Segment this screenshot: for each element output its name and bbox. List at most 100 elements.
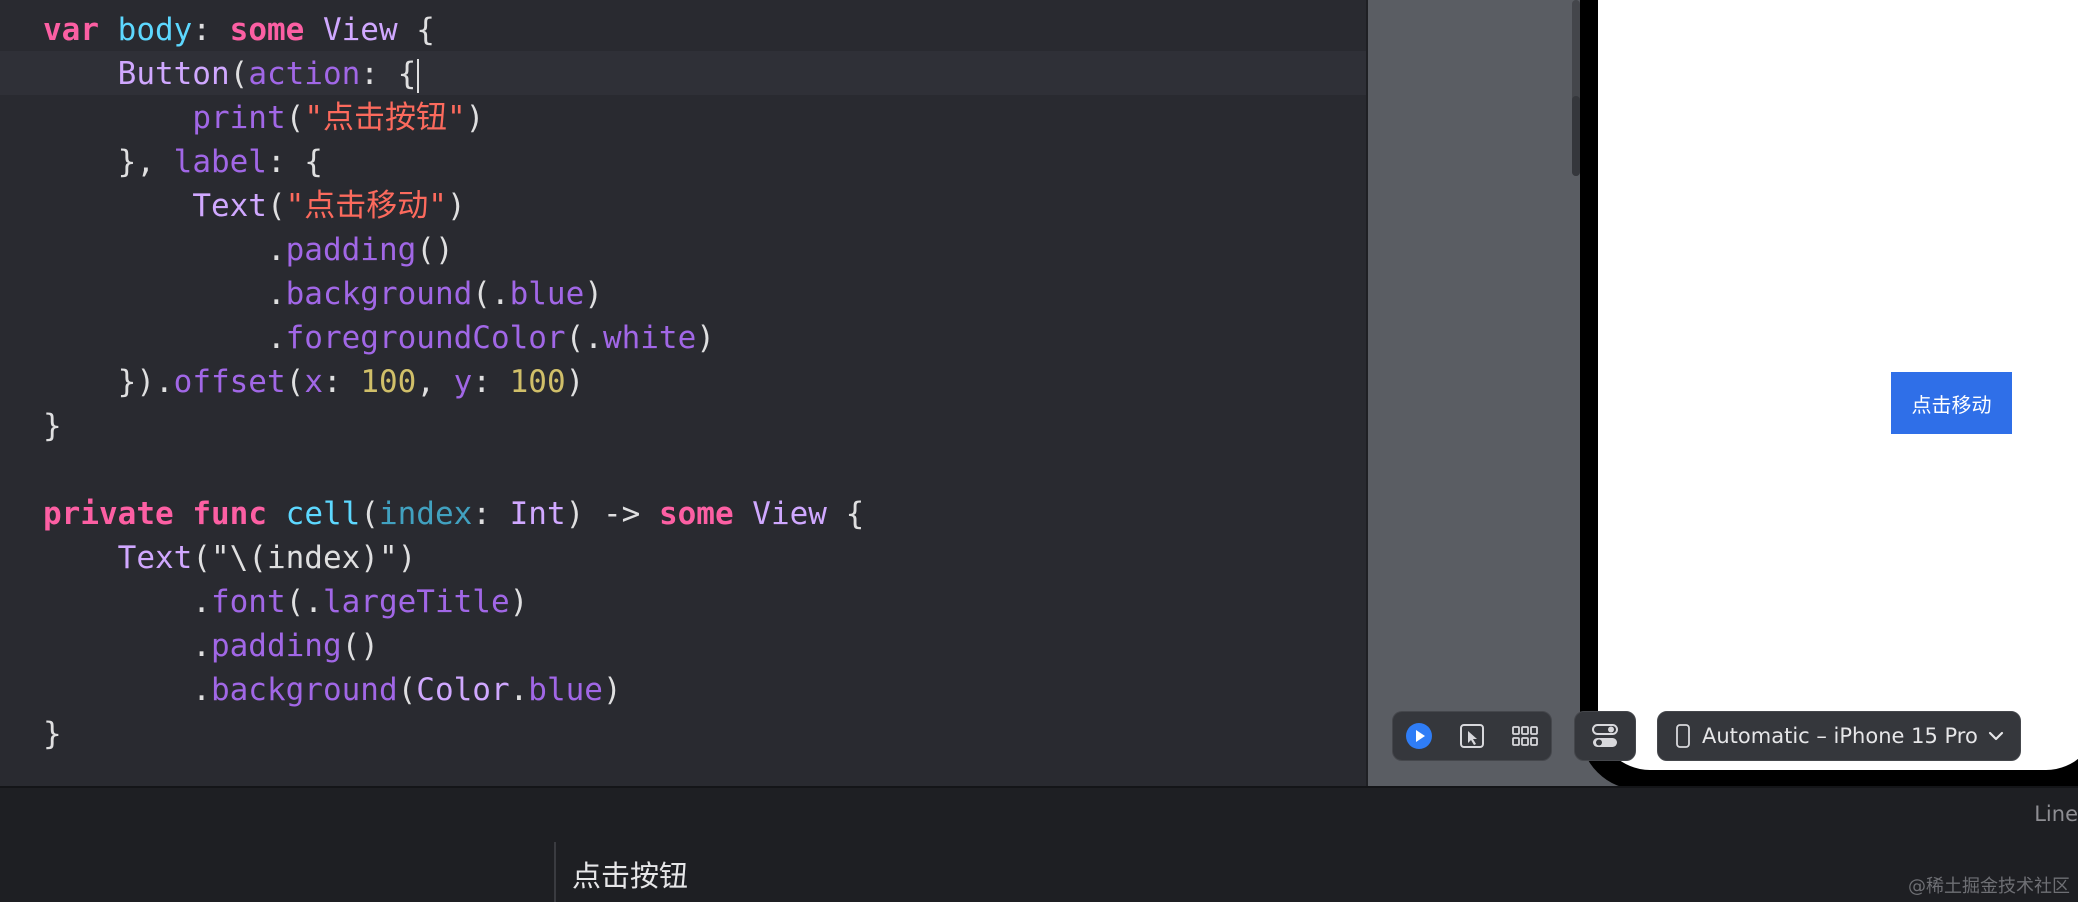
code-token: font xyxy=(210,584,286,620)
code-token: ( xyxy=(229,56,249,92)
code-token: body xyxy=(117,12,193,48)
console-output[interactable]: 点击按钮 xyxy=(572,853,688,895)
variables-view[interactable] xyxy=(0,842,556,902)
selectable-mode-button[interactable] xyxy=(1454,718,1490,754)
code-token: (. xyxy=(472,276,510,312)
code-token: ("\( xyxy=(192,540,267,576)
line-indicator[interactable]: Line xyxy=(2034,802,2078,826)
code-token: index xyxy=(378,496,473,532)
code-token: View xyxy=(752,496,827,532)
code-token: ( xyxy=(285,364,305,400)
code-token: : { xyxy=(360,56,417,92)
code-token: var xyxy=(43,12,99,48)
code-token: func xyxy=(192,496,267,532)
code-line[interactable]: var body: some View { xyxy=(43,8,864,52)
code-token: : xyxy=(322,364,361,400)
code-token: } xyxy=(43,408,62,444)
code-line[interactable] xyxy=(43,448,864,492)
code-token: some xyxy=(229,12,305,48)
code-token: ) xyxy=(696,320,715,356)
code-content[interactable]: var body: some View { Button(action: { p… xyxy=(43,8,864,756)
code-line[interactable]: } xyxy=(43,404,864,448)
code-token: some xyxy=(658,496,734,532)
code-token: () xyxy=(416,232,454,268)
code-token: print xyxy=(192,100,286,136)
code-token: offset xyxy=(173,364,286,400)
code-token: Color xyxy=(416,672,510,708)
code-line[interactable]: Text("\(index)") xyxy=(43,536,864,580)
code-token: Int xyxy=(509,496,566,532)
code-token: . xyxy=(43,672,211,708)
code-token: x xyxy=(304,364,323,400)
code-token: : xyxy=(472,364,510,400)
code-line[interactable]: .background(Color.blue) xyxy=(43,668,864,712)
code-token: ) xyxy=(446,188,466,224)
code-line[interactable]: } xyxy=(43,712,864,756)
device-settings-button[interactable] xyxy=(1574,711,1636,761)
iphone-icon xyxy=(1676,724,1690,748)
code-token: ) xyxy=(602,672,622,708)
code-line[interactable]: }, label: { xyxy=(43,140,864,184)
code-token: )") xyxy=(360,540,417,576)
live-mode-button[interactable] xyxy=(1401,718,1437,754)
code-token: : xyxy=(472,496,510,532)
code-token: ( xyxy=(360,496,379,532)
code-token: . xyxy=(43,232,286,268)
code-line[interactable]: Button(action: { xyxy=(43,52,864,96)
code-token: 100 xyxy=(360,364,417,400)
device-picker-label: Automatic – iPhone 15 Pro xyxy=(1702,724,1978,748)
code-token: ) xyxy=(584,276,603,312)
code-token: foregroundColor xyxy=(285,320,566,356)
code-line[interactable]: print("点击按钮") xyxy=(43,96,864,140)
code-token: largeTitle xyxy=(322,584,510,620)
code-token: (. xyxy=(285,584,323,620)
code-token: ) xyxy=(465,100,485,136)
code-token: blue xyxy=(509,276,585,312)
code-token: action xyxy=(248,56,361,92)
code-line[interactable]: .foregroundColor(.white) xyxy=(43,316,864,360)
code-token: ) xyxy=(509,584,529,620)
code-line[interactable]: Text("点击移动") xyxy=(43,184,864,228)
code-editor[interactable]: var body: some View { Button(action: { p… xyxy=(0,0,1366,786)
code-token: blue xyxy=(528,672,603,708)
code-token: white xyxy=(602,320,697,356)
play-icon xyxy=(1406,723,1433,749)
chevron-down-icon xyxy=(1988,731,2003,741)
code-line[interactable]: .font(.largeTitle) xyxy=(43,580,864,624)
code-token: { xyxy=(826,496,865,532)
code-token: private xyxy=(43,496,174,532)
code-token: ) xyxy=(565,364,585,400)
variants-grid-button[interactable] xyxy=(1507,718,1543,754)
code-token: . xyxy=(509,672,529,708)
code-line[interactable]: }).offset(x: 100, y: 100) xyxy=(43,360,864,404)
code-token: "点击移动" xyxy=(285,188,447,224)
preview-mode-controls xyxy=(1392,711,1552,761)
code-line[interactable]: .padding() xyxy=(43,228,864,272)
code-token: ( xyxy=(397,672,417,708)
code-token: cell xyxy=(285,496,361,532)
code-token: } xyxy=(43,716,62,752)
code-token: : { xyxy=(266,144,323,180)
code-line[interactable]: .padding() xyxy=(43,624,864,668)
device-picker[interactable]: Automatic – iPhone 15 Pro xyxy=(1657,711,2021,761)
code-token: . xyxy=(43,584,211,620)
canvas-scrollbar-thumb[interactable] xyxy=(1572,96,1580,176)
code-token: Text xyxy=(117,540,193,576)
code-line[interactable]: private func cell(index: Int) -> some Vi… xyxy=(43,492,864,536)
code-token: View xyxy=(322,12,398,48)
toggles-icon xyxy=(1592,724,1618,747)
preview-move-button[interactable]: 点击移动 xyxy=(1891,372,2012,434)
code-token: : xyxy=(192,12,230,48)
code-token: (. xyxy=(565,320,603,356)
code-token: y xyxy=(453,364,473,400)
editor-status-bar: Line xyxy=(0,786,2078,842)
code-line[interactable]: .background(.blue) xyxy=(43,272,864,316)
